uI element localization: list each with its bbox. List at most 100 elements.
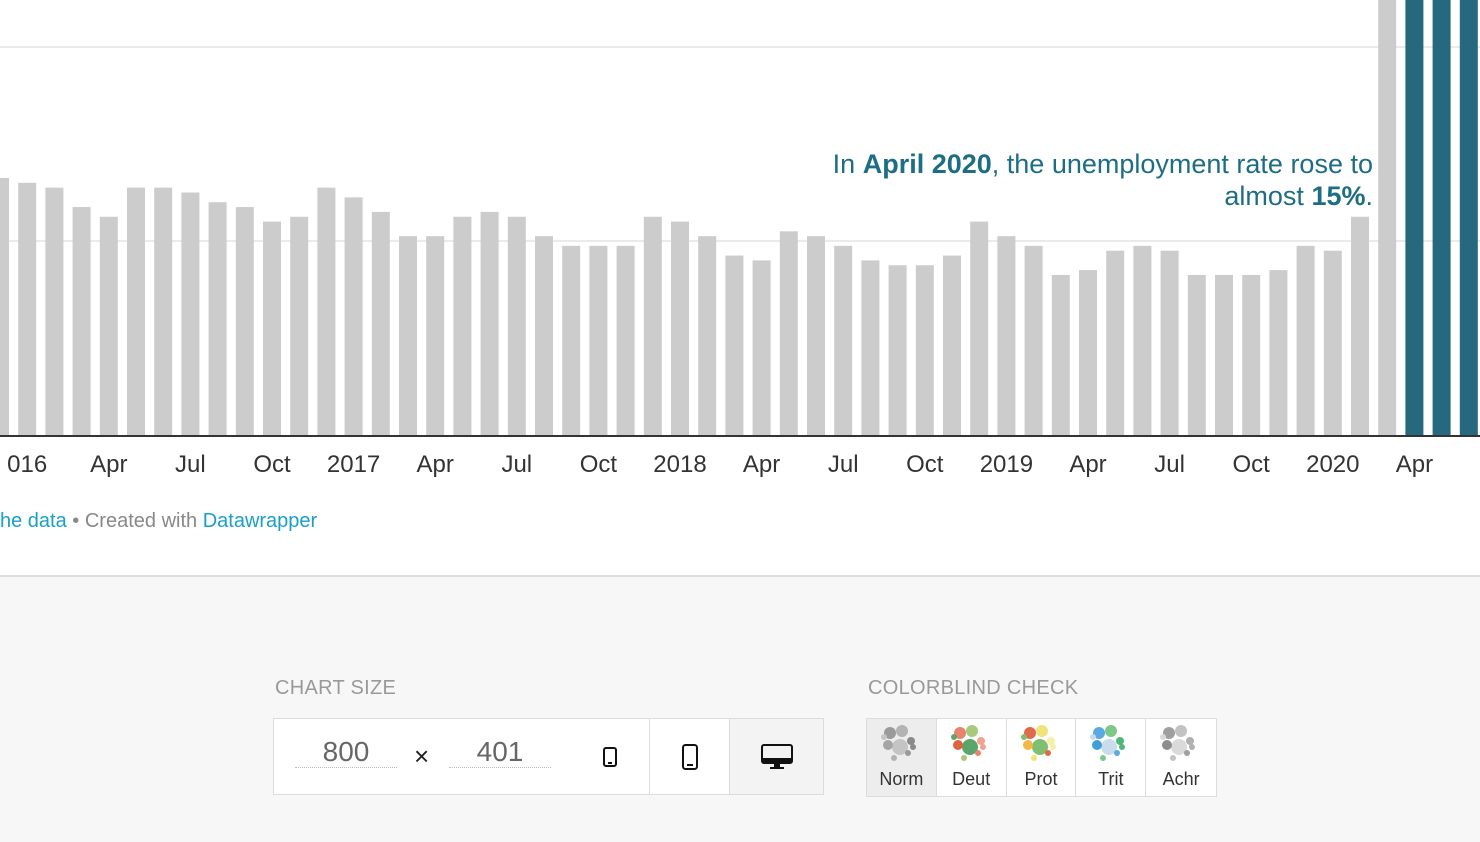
chart-bar	[834, 245, 853, 435]
colorblind-check-label: COLORBLIND CHECK	[868, 677, 1079, 699]
bar-chart: 016 Apr Jul Oct 2017 Apr Jul Oct 2018 Apr Jul Oct 20…	[0, 0, 1480, 478]
chart-bar	[1405, 0, 1424, 435]
annotation-suffix: .	[1365, 181, 1373, 211]
chart-width-input[interactable]	[295, 737, 397, 768]
datawrapper-link[interactable]: Datawrapper	[203, 510, 318, 532]
colorblind-mode-label: Deut	[952, 769, 991, 789]
chart-bar	[480, 211, 499, 435]
chart-bar	[1323, 250, 1342, 435]
chart-bar	[589, 245, 608, 435]
chart-bar	[317, 187, 336, 435]
created-with-text: Created with	[84, 510, 203, 532]
x-tick-label: 016	[7, 451, 47, 478]
chart-bar	[290, 216, 309, 435]
chart-bar	[1106, 250, 1125, 435]
chart-bar	[970, 221, 989, 435]
chart-bar	[399, 236, 417, 435]
chart-annotation: In April 2020, the unemployment rate ros…	[773, 148, 1373, 212]
x-tick-label: 2019	[980, 451, 1033, 478]
x-tick-label: Oct	[580, 451, 618, 478]
desktop-button[interactable]	[729, 719, 823, 794]
get-data-link[interactable]: he data	[0, 510, 67, 532]
colorblind-trit-button[interactable]: Trit	[1076, 719, 1147, 796]
chart-size-controls: ×	[273, 718, 824, 795]
chart-bar	[127, 187, 145, 435]
chart-bar	[45, 187, 64, 435]
chart-bar	[1215, 274, 1233, 435]
small-phone-button[interactable]	[571, 719, 649, 794]
chart-bar	[1242, 274, 1261, 435]
colorblind-achr-button[interactable]: Achr	[1146, 719, 1216, 796]
phone-icon	[681, 743, 698, 770]
colorblind-check-controls: Norm Deut Prot Trit Achr	[866, 718, 1217, 797]
chart-bar	[1459, 0, 1478, 436]
x-tick-label: Apr	[1396, 451, 1433, 478]
chart-bar	[18, 182, 37, 435]
colorblind-prot-button[interactable]: Prot	[1007, 719, 1077, 796]
chart-bar	[1160, 250, 1179, 435]
color-dots-icon	[1160, 725, 1196, 761]
editor-panel: CHART SIZE × COLORBLIND CHECK N	[0, 575, 1480, 842]
chart-bar	[888, 265, 907, 435]
chart-bar	[915, 265, 934, 435]
chart-bar	[426, 236, 445, 435]
color-dots-icon	[1020, 725, 1056, 761]
chart-bar	[1351, 216, 1369, 435]
x-tick-label: Jul	[1154, 451, 1185, 478]
x-tick-label: Apr	[90, 451, 127, 478]
chart-bar	[1024, 245, 1043, 435]
chart-bar	[453, 216, 472, 435]
color-dots-icon	[881, 725, 916, 761]
annotation-value: 15%	[1311, 181, 1366, 211]
chart-bar	[99, 216, 118, 435]
chart-bar	[562, 245, 581, 435]
x-tick-label: Oct	[253, 451, 291, 478]
colorblind-mode-label: Norm	[879, 769, 924, 789]
x-tick-label: Jul	[828, 451, 859, 478]
chart-bar	[1051, 274, 1070, 435]
colorblind-mode-label: Achr	[1162, 769, 1200, 789]
chart-bar	[1432, 0, 1451, 435]
colorblind-deut-button[interactable]: Deut	[937, 719, 1007, 796]
chart-bar	[1079, 270, 1097, 435]
chart-bar	[779, 231, 798, 435]
chart-bar	[371, 211, 390, 435]
chart-bar	[235, 207, 254, 435]
chart-bar	[752, 260, 771, 435]
small-phone-icon	[603, 746, 617, 767]
annotation-prefix: In	[832, 149, 863, 179]
chart-footer: he data • Created with Datawrapper	[0, 510, 317, 533]
chart-bar	[344, 197, 363, 435]
chart-bar	[997, 236, 1016, 435]
x-tick-label: Oct	[1233, 451, 1271, 478]
chart-bar	[181, 192, 200, 435]
chart-height-input[interactable]	[449, 737, 551, 768]
phone-button[interactable]	[649, 719, 729, 794]
chart-bar	[725, 255, 744, 435]
chart-bar	[154, 187, 173, 435]
x-tick-label: 2017	[327, 451, 380, 478]
chart-bar	[643, 216, 662, 435]
colorblind-mode-label: Prot	[1024, 769, 1058, 789]
chart-bar	[1269, 270, 1288, 435]
footer-separator: •	[66, 510, 85, 532]
chart-bar	[807, 236, 825, 435]
desktop-icon	[760, 743, 793, 769]
chart-bar	[1187, 274, 1206, 435]
chart-bar	[507, 216, 526, 435]
x-tick-label: Jul	[175, 451, 206, 478]
colorblind-norm-button[interactable]: Norm	[867, 719, 937, 796]
annotation-date: April 2020	[862, 149, 992, 179]
chart-bar	[0, 177, 9, 435]
chart-bar	[535, 236, 553, 435]
x-tick-label: Oct	[906, 451, 944, 478]
chart-bar	[616, 245, 635, 435]
chart-bar	[1133, 245, 1152, 435]
chart-bar	[1296, 245, 1315, 435]
x-tick-label: Apr	[1069, 451, 1106, 478]
chart-bar	[263, 221, 281, 435]
x-tick-label: 2018	[653, 451, 706, 478]
colorblind-mode-label: Trit	[1098, 769, 1124, 789]
color-dots-icon	[950, 725, 986, 761]
x-tick-label: Apr	[743, 451, 780, 478]
